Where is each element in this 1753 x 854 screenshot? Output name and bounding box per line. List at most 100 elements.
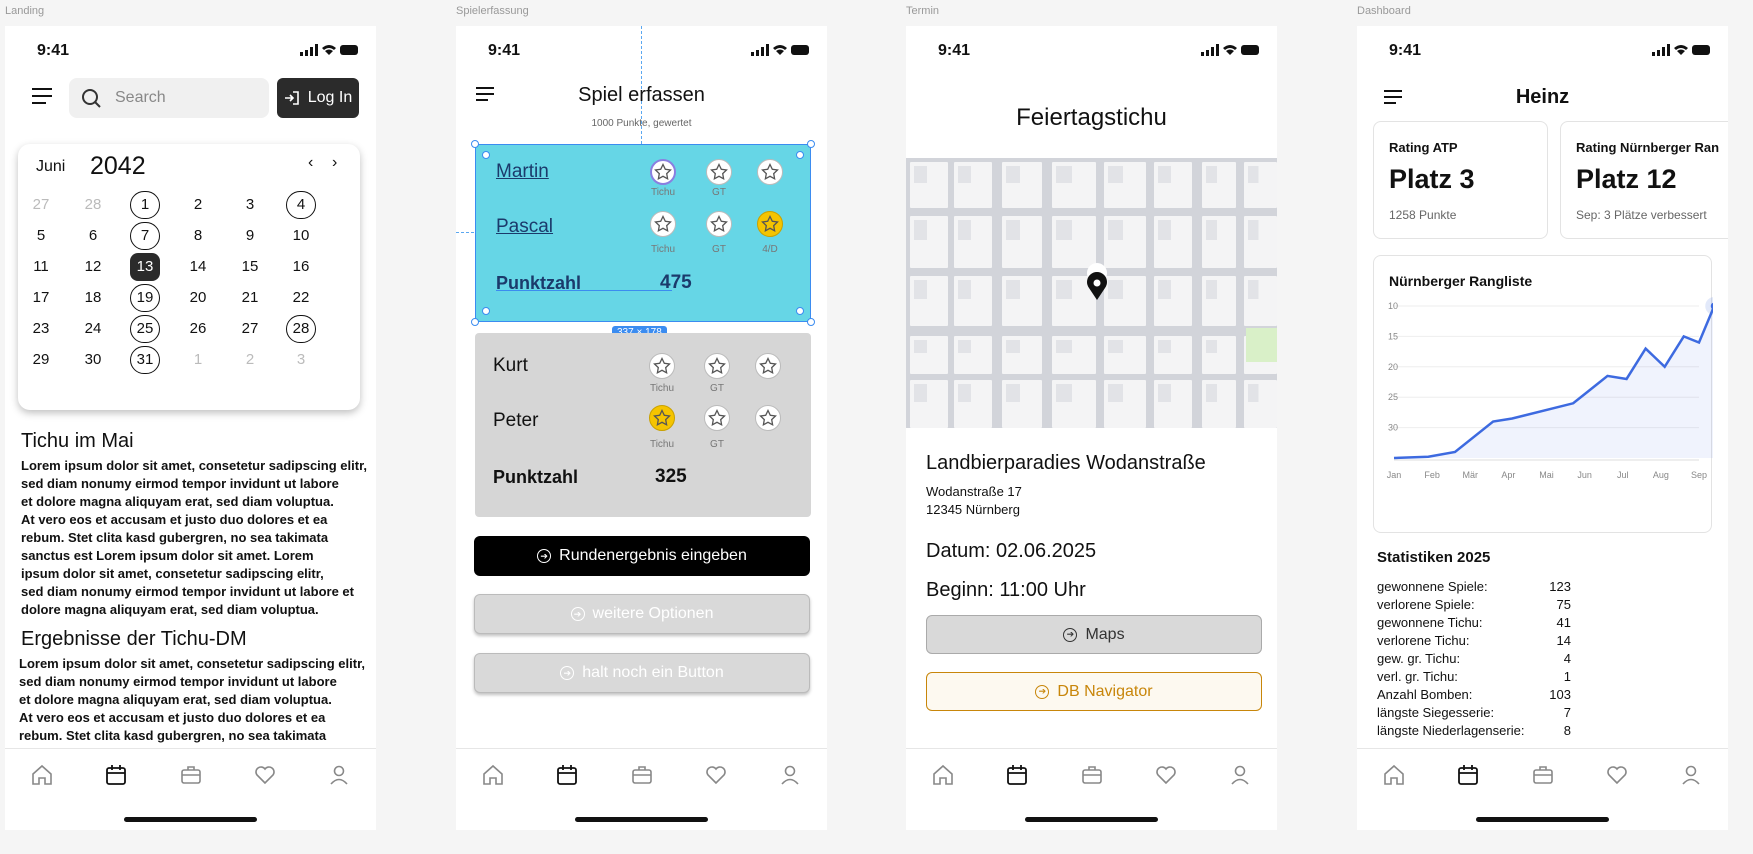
calendar-day[interactable]: 2 xyxy=(183,196,213,213)
selection-handle[interactable] xyxy=(482,151,490,159)
tab-home-icon[interactable] xyxy=(1382,763,1406,787)
login-button[interactable]: Log In xyxy=(277,78,359,118)
tab-calendar-icon[interactable] xyxy=(555,763,579,787)
team2-player2[interactable]: Peter xyxy=(493,410,538,432)
calendar-day[interactable]: 17 xyxy=(26,289,56,306)
more-options-button[interactable]: ➔ weitere Optionen xyxy=(474,594,810,634)
tab-calendar-icon[interactable] xyxy=(104,763,128,787)
tab-briefcase-icon[interactable] xyxy=(1531,763,1555,787)
tab-briefcase-icon[interactable] xyxy=(179,763,203,787)
tab-home-icon[interactable] xyxy=(30,763,54,787)
calendar-day[interactable]: 3 xyxy=(235,196,265,213)
calendar-day[interactable]: 30 xyxy=(78,351,108,368)
calendar-year[interactable]: 2042 xyxy=(90,152,146,181)
calendar-day[interactable]: 13 xyxy=(130,258,160,275)
tab-home-icon[interactable] xyxy=(481,763,505,787)
calendar-day[interactable]: 31 xyxy=(130,351,160,368)
team1-card[interactable]: Martin Pascal Punktzahl 475 Tichu GT Tic… xyxy=(471,140,815,326)
calendar-day[interactable]: 14 xyxy=(183,258,213,275)
rating-atp-card[interactable]: Rating ATP Platz 3 1258 Punkte xyxy=(1373,121,1548,239)
calendar-day[interactable]: 12 xyxy=(78,258,108,275)
calendar-day[interactable]: 10 xyxy=(286,227,316,244)
team2-p1-gt-star-icon[interactable] xyxy=(704,353,730,379)
calendar-day[interactable]: 6 xyxy=(78,227,108,244)
calendar-day[interactable]: 16 xyxy=(286,258,316,275)
team1-p1-extra-star-icon[interactable] xyxy=(757,159,783,185)
team2-p1-extra-star-icon[interactable] xyxy=(755,353,781,379)
calendar-day[interactable]: 20 xyxy=(183,289,213,306)
selection-handle[interactable] xyxy=(482,307,490,315)
landing-screen: 9:41 Search Log In Juni 2042 ‹ › 27 28 1 2 3… xyxy=(5,26,376,830)
team2-score[interactable]: 325 xyxy=(655,466,687,488)
calendar-day[interactable]: 15 xyxy=(235,258,265,275)
team1-p1-gt-star-icon[interactable] xyxy=(706,159,732,185)
calendar-day[interactable]: 3 xyxy=(286,351,316,368)
team2-card[interactable]: Kurt Peter Punktzahl 325 Tichu GT Tichu … xyxy=(475,333,811,517)
maps-button[interactable]: ➔ Maps xyxy=(926,615,1262,654)
calendar-day[interactable]: 1 xyxy=(130,196,160,213)
tab-profile-icon[interactable] xyxy=(327,763,351,787)
db-navigator-button[interactable]: ➔ DB Navigator xyxy=(926,672,1262,711)
tab-calendar-icon[interactable] xyxy=(1005,763,1029,787)
calendar-day[interactable]: 24 xyxy=(78,320,108,337)
tab-home-icon[interactable] xyxy=(931,763,955,787)
team2-p1-tichu-star-icon[interactable] xyxy=(649,353,675,379)
rating-nuernberg-card[interactable]: Rating Nürnberger Ran Platz 12 Sep: 3 Pl… xyxy=(1560,121,1728,239)
tab-heart-icon[interactable] xyxy=(1605,763,1629,787)
calendar-day[interactable]: 27 xyxy=(26,196,56,213)
team2-p2-tichu-star-icon[interactable] xyxy=(649,405,675,431)
calendar-day[interactable]: 11 xyxy=(26,258,56,275)
selection-handle[interactable] xyxy=(796,307,804,315)
calendar-day[interactable]: 7 xyxy=(130,227,160,244)
selection-handle[interactable] xyxy=(471,140,479,148)
calendar-day[interactable]: 8 xyxy=(183,227,213,244)
tab-profile-icon[interactable] xyxy=(778,763,802,787)
tab-heart-icon[interactable] xyxy=(1154,763,1178,787)
team1-p2-gt-star-icon[interactable] xyxy=(706,211,732,237)
calendar-day[interactable]: 23 xyxy=(26,320,56,337)
calendar-day[interactable]: 1 xyxy=(183,351,213,368)
selection-handle[interactable] xyxy=(807,140,815,148)
tab-profile-icon[interactable] xyxy=(1228,763,1252,787)
calendar-day[interactable]: 29 xyxy=(26,351,56,368)
calendar-day[interactable]: 5 xyxy=(26,227,56,244)
calendar-day[interactable]: 28 xyxy=(286,320,316,337)
calendar-day[interactable]: 22 xyxy=(286,289,316,306)
menu-icon[interactable] xyxy=(32,87,54,105)
tab-heart-icon[interactable] xyxy=(253,763,277,787)
calendar-day[interactable]: 4 xyxy=(286,196,316,213)
tab-briefcase-icon[interactable] xyxy=(1080,763,1104,787)
calendar-month[interactable]: Juni xyxy=(36,158,65,176)
calendar-day[interactable]: 25 xyxy=(130,320,160,337)
tab-profile-icon[interactable] xyxy=(1679,763,1703,787)
selection-handle[interactable] xyxy=(796,151,804,159)
team1-p2-tichu-star-icon[interactable] xyxy=(650,211,676,237)
calendar-prev-icon[interactable]: ‹ xyxy=(308,154,313,172)
search-bar[interactable]: Search xyxy=(69,78,269,118)
selection-handle[interactable] xyxy=(807,318,815,326)
tab-calendar-icon[interactable] xyxy=(1456,763,1480,787)
team1-player2[interactable]: Pascal xyxy=(496,216,553,238)
calendar-day[interactable]: 21 xyxy=(235,289,265,306)
calendar-day[interactable]: 9 xyxy=(235,227,265,244)
team2-p2-gt-star-icon[interactable] xyxy=(704,405,730,431)
calendar-day[interactable]: 27 xyxy=(235,320,265,337)
team1-player1[interactable]: Martin xyxy=(496,161,549,183)
team2-p2-extra-star-icon[interactable] xyxy=(755,405,781,431)
calendar-day[interactable]: 19 xyxy=(130,289,160,306)
round-result-button[interactable]: ➔ Rundenergebnis eingeben xyxy=(474,536,810,576)
tab-heart-icon[interactable] xyxy=(704,763,728,787)
selection-handle[interactable] xyxy=(471,318,479,326)
map[interactable] xyxy=(906,158,1277,428)
another-button-label: halt noch ein Button xyxy=(582,664,724,681)
team1-p1-tichu-star-icon[interactable] xyxy=(650,159,676,185)
calendar-day[interactable]: 2 xyxy=(235,351,265,368)
calendar-next-icon[interactable]: › xyxy=(332,154,337,172)
team2-player1[interactable]: Kurt xyxy=(493,355,528,377)
calendar-day[interactable]: 26 xyxy=(183,320,213,337)
tab-briefcase-icon[interactable] xyxy=(630,763,654,787)
team1-p2-4d-star-icon[interactable] xyxy=(757,211,783,237)
calendar-day[interactable]: 28 xyxy=(78,196,108,213)
calendar-day[interactable]: 18 xyxy=(78,289,108,306)
another-button[interactable]: ➔ halt noch ein Button xyxy=(474,653,810,693)
